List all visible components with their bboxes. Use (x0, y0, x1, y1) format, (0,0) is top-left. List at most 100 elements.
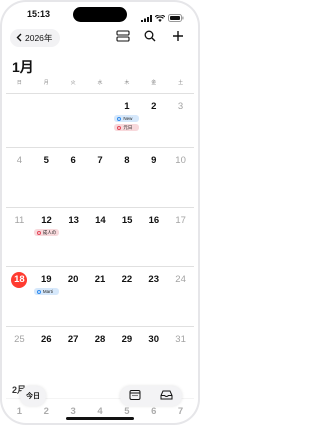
day-number: 2 (151, 101, 157, 112)
day-cell[interactable]: 24 (167, 267, 194, 325)
signal-icon (141, 9, 152, 27)
event-label: New (123, 116, 133, 121)
calendar-icon (129, 387, 141, 404)
day-cell[interactable]: 27 (60, 327, 87, 385)
day-cell[interactable]: 26 (33, 327, 60, 385)
day-cell[interactable]: 7 (87, 148, 114, 206)
day-cell[interactable]: 4 (87, 399, 114, 425)
day-number: 9 (151, 155, 157, 166)
day-number: 28 (94, 334, 106, 345)
day-cell[interactable]: 19 Marti (33, 267, 60, 325)
view-toggle-button[interactable] (113, 29, 133, 47)
day-cell[interactable]: 9 (140, 148, 167, 206)
back-to-year-button[interactable]: 2026年 (10, 29, 61, 47)
day-number: 5 (43, 155, 49, 166)
day-cell[interactable]: 3 (60, 399, 87, 425)
weekday-label: 土 (178, 80, 184, 86)
add-event-button[interactable] (168, 29, 188, 47)
day-number: 7 (97, 155, 103, 166)
day-number (60, 101, 87, 113)
day-cell[interactable]: 10 (167, 148, 194, 206)
bottom-actions (120, 386, 182, 406)
day-cell[interactable]: 12 成人の (33, 208, 61, 266)
day-number: 6 (151, 406, 157, 417)
status-bar: 15:13 (0, 0, 200, 22)
toolbar: 2026年 (0, 26, 200, 50)
day-number: 6 (70, 155, 76, 166)
search-icon (144, 29, 156, 47)
day-cell[interactable]: 6 (60, 148, 87, 206)
day-cell[interactable]: 17 (167, 208, 194, 266)
day-cell[interactable]: 29 (113, 327, 140, 385)
event-chip[interactable]: Marti (33, 288, 59, 295)
empty-day-cell (33, 94, 60, 152)
day-number: 19 (40, 274, 52, 285)
day-number: 1 (16, 406, 23, 417)
day-number: 26 (40, 334, 52, 345)
week-row: 18 19 Marti 20 21 22 23 24 (6, 266, 194, 325)
day-number: 30 (148, 334, 159, 345)
today-day-number: 18 (11, 272, 28, 288)
inbox-button[interactable] (160, 387, 173, 405)
day-number: 20 (67, 274, 79, 285)
day-cell[interactable]: 8 (113, 148, 140, 206)
day-cell[interactable]: 2 (140, 94, 167, 152)
month-title: 1月 (12, 59, 34, 75)
day-cell[interactable]: 30 (140, 327, 167, 385)
day-number (33, 101, 60, 113)
day-number: 29 (121, 334, 133, 345)
day-cell[interactable]: 21 (87, 267, 114, 325)
day-cell[interactable]: 3 (167, 94, 194, 152)
day-cell[interactable]: 4 (6, 148, 33, 206)
day-number (87, 101, 114, 113)
battery-icon (168, 9, 184, 27)
event-dot-icon (36, 230, 41, 235)
chevron-left-icon (16, 33, 22, 44)
day-cell[interactable]: 23 (140, 267, 167, 325)
empty-day-cell (60, 94, 87, 152)
day-cell[interactable]: 28 (87, 327, 114, 385)
day-number: 3 (177, 101, 184, 112)
day-number: 25 (14, 334, 25, 345)
day-number (6, 101, 33, 113)
day-cell[interactable]: 16 (141, 208, 168, 266)
day-cell[interactable]: 13 (60, 208, 87, 266)
day-number: 8 (124, 155, 130, 166)
week-row: 4 5 6 7 8 9 10 (6, 147, 194, 206)
week-row: 11 12 成人の 13 14 15 16 17 (6, 207, 194, 266)
day-cell[interactable]: 15 (114, 208, 141, 266)
day-cell[interactable]: 18 (6, 267, 33, 325)
day-number: 2 (43, 406, 49, 417)
event-dot-icon (117, 116, 122, 121)
day-number: 7 (177, 406, 184, 417)
event-chip[interactable]: 元日 (114, 124, 140, 131)
day-cell[interactable]: 5 (33, 148, 60, 206)
list-view-icon (116, 29, 130, 47)
home-indicator (66, 417, 134, 420)
day-number: 11 (14, 215, 25, 226)
day-cell[interactable]: 11 (6, 208, 33, 266)
day-cell[interactable]: 20 (60, 267, 87, 325)
day-number: 23 (148, 274, 159, 285)
inbox-icon (160, 387, 173, 404)
day-number: 21 (94, 274, 106, 285)
weekday-label: 水 (97, 80, 103, 86)
day-cell[interactable]: 31 (167, 327, 194, 385)
status-icons (141, 9, 184, 27)
day-number: 12 (41, 215, 52, 226)
calendars-button[interactable] (129, 387, 141, 405)
day-number: 16 (148, 215, 160, 226)
day-number: 24 (175, 274, 186, 285)
event-chip[interactable]: New (114, 115, 140, 122)
search-button[interactable] (140, 29, 160, 47)
day-number: 13 (68, 215, 79, 226)
today-button[interactable]: 今日 (20, 386, 46, 406)
event-chip[interactable]: 成人の (33, 229, 60, 236)
week-row: 1 New 元日 2 3 (6, 93, 194, 152)
weekday-header: 日 月 火 水 木 金 土 (6, 79, 194, 89)
day-cell[interactable]: 14 (87, 208, 114, 266)
day-number: 22 (121, 274, 133, 285)
day-cell[interactable]: 1 New 元日 (113, 94, 140, 152)
day-cell[interactable]: 22 (113, 267, 140, 325)
day-cell[interactable]: 25 (6, 327, 33, 385)
